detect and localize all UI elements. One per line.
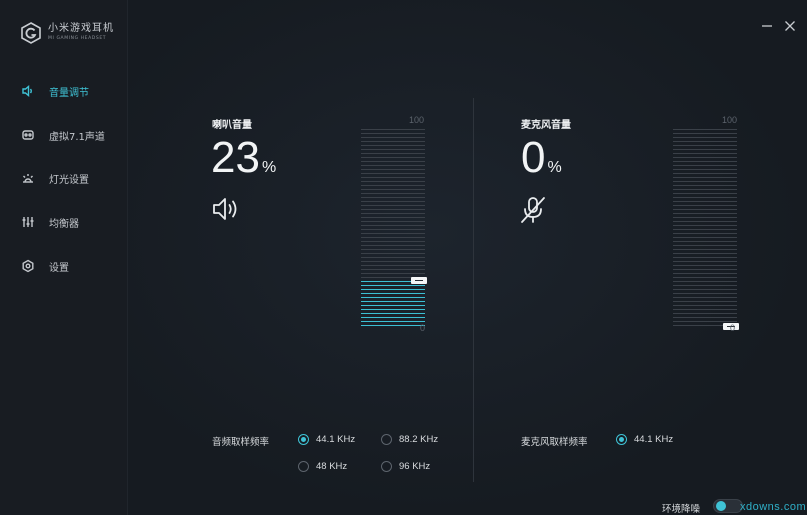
radio-label: 48 KHz: [316, 461, 348, 472]
speaker-volume-unit: %: [261, 159, 277, 176]
sidebar-item-label: 设置: [49, 262, 69, 274]
panel-divider: [473, 98, 474, 482]
slider-fill: [361, 281, 425, 327]
sample-rate-96[interactable]: 96 KHz: [381, 461, 430, 472]
watermark: xdowns.com: [740, 501, 807, 513]
radio-dot: [298, 434, 309, 445]
mic-volume-value: 0%: [521, 134, 562, 192]
speaker-scale-max: 100: [409, 115, 425, 125]
noise-reduction-label: 环境降噪: [662, 504, 701, 515]
speaker-volume-title: 喇叭音量: [212, 120, 252, 131]
brand-subtitle: MI GAMING HEADSET: [48, 36, 107, 41]
speaker-volume-icon[interactable]: [211, 194, 241, 224]
speaker-volume-value: 23%: [211, 134, 276, 192]
speaker-volume-number: 23: [211, 133, 260, 182]
minimize-icon[interactable]: [760, 18, 774, 32]
mic-muted-icon[interactable]: [518, 195, 548, 225]
brand: 小米游戏耳机 MI GAMING HEADSET: [20, 22, 114, 44]
close-icon[interactable]: [783, 18, 797, 32]
settings-icon: [20, 258, 36, 274]
radio-dot: [381, 434, 392, 445]
sample-rate-88-2[interactable]: 88.2 KHz: [381, 434, 438, 445]
sidebar-item-lighting[interactable]: 灯光设置: [20, 168, 89, 188]
light-icon: [20, 170, 36, 186]
noise-reduction-toggle[interactable]: [713, 499, 743, 513]
sidebar-item-label: 音量调节: [49, 87, 89, 99]
radio-label: 88.2 KHz: [399, 434, 439, 445]
toggle-knob: [716, 501, 726, 511]
sidebar: 小米游戏耳机 MI GAMING HEADSET 音量调节 虚拟7.1声道 灯光…: [0, 0, 128, 515]
mic-sample-rate-label: 麦克风取样频率: [521, 437, 588, 448]
brand-name: 小米游戏耳机: [48, 23, 114, 34]
virtual-surround-icon: [20, 127, 36, 143]
speaker-scale-min: 0: [420, 323, 426, 333]
sidebar-item-label: 虚拟7.1声道: [49, 131, 105, 143]
brand-logo: [21, 22, 41, 44]
slider-handle[interactable]: [411, 277, 427, 284]
radio-dot: [616, 434, 627, 445]
speaker-volume-slider[interactable]: [361, 129, 427, 327]
mic-scale-min: 0: [730, 323, 736, 333]
mic-volume-unit: %: [547, 159, 562, 176]
sample-rate-48[interactable]: 48 KHz: [298, 461, 347, 472]
sidebar-item-volume[interactable]: 音量调节: [20, 81, 89, 101]
radio-label: 96 KHz: [399, 461, 431, 472]
sidebar-item-settings[interactable]: 设置: [20, 256, 69, 276]
mic-volume-number: 0: [521, 133, 546, 182]
sidebar-item-equalizer[interactable]: 均衡器: [20, 212, 79, 232]
sidebar-item-label: 均衡器: [49, 218, 79, 230]
radio-dot: [381, 461, 392, 472]
mic-volume-title: 麦克风音量: [521, 120, 571, 131]
speaker-icon: [20, 83, 36, 99]
mic-scale-max: 100: [722, 115, 738, 125]
mic-volume-slider[interactable]: [673, 129, 739, 330]
radio-label: 44.1 KHz: [316, 434, 356, 445]
sidebar-item-virtual-surround[interactable]: 虚拟7.1声道: [20, 125, 105, 145]
sample-rate-44-1[interactable]: 44.1 KHz: [298, 434, 355, 445]
radio-dot: [298, 461, 309, 472]
radio-label: 44.1 KHz: [634, 434, 674, 445]
equalizer-icon: [20, 214, 36, 230]
mic-sample-rate-44-1[interactable]: 44.1 KHz: [616, 434, 673, 445]
sidebar-item-label: 灯光设置: [49, 174, 89, 186]
speaker-sample-rate-label: 音频取样频率: [212, 437, 270, 448]
main-panel: 喇叭音量 23% 100 0 麦克风音量 0% 100 0 音频取样频率 44.…: [128, 0, 807, 515]
slider-track: [673, 129, 737, 327]
